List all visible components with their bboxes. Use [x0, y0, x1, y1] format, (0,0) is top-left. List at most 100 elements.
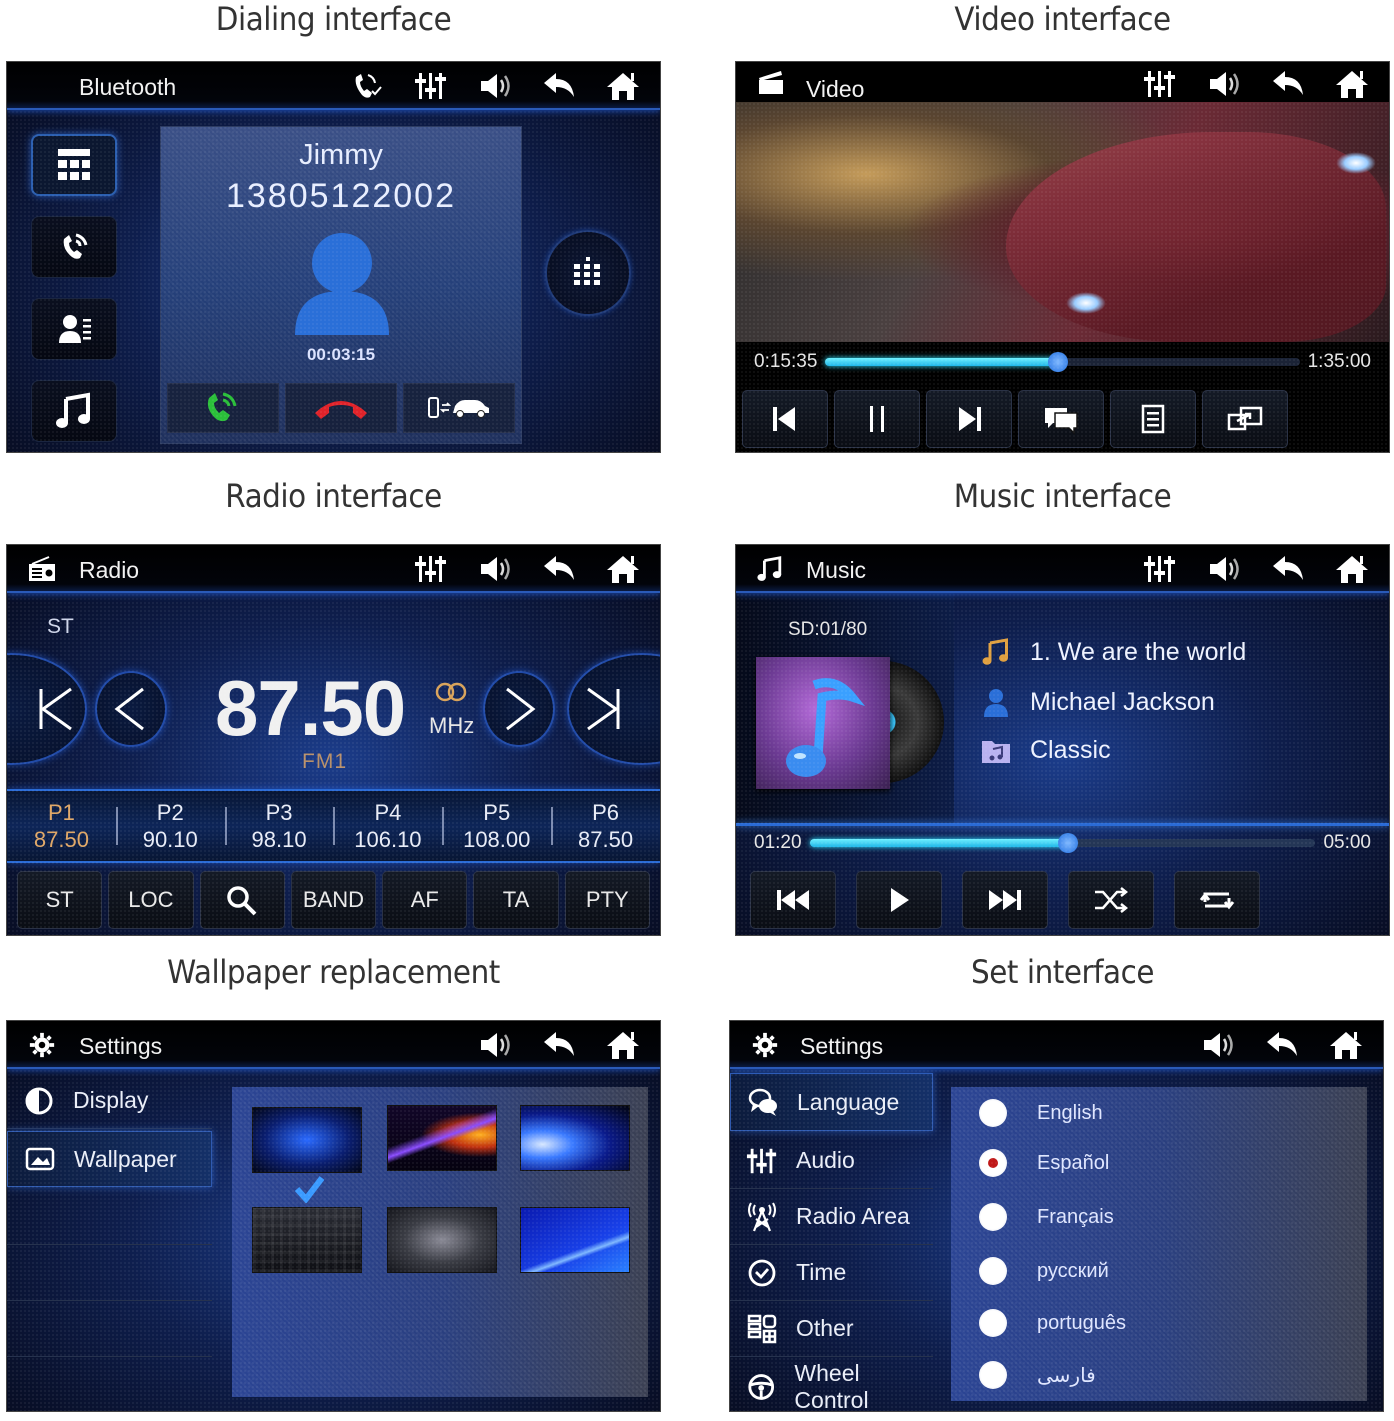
wallpaper-thumb-gray-spot[interactable]	[387, 1207, 497, 1273]
radio-button-selected[interactable]	[979, 1149, 1007, 1177]
video-seek-knob[interactable]	[1047, 352, 1068, 372]
af-button[interactable]: AF	[382, 871, 468, 929]
video-frame-car	[1006, 132, 1386, 342]
home-icon[interactable]	[1333, 67, 1371, 101]
scan-button[interactable]	[199, 871, 285, 929]
menu-label: Radio Area	[796, 1203, 910, 1229]
menu-item-radio-area[interactable]: Radio Area	[730, 1189, 933, 1245]
image-icon	[25, 1147, 55, 1171]
subtitles-button[interactable]	[1018, 390, 1104, 448]
back-icon[interactable]	[1269, 552, 1307, 586]
screen-output-button[interactable]	[1202, 390, 1288, 448]
volume-icon[interactable]	[1205, 67, 1243, 101]
phone-car-transfer-icon	[428, 397, 489, 418]
preset-frequency: 108.00	[463, 827, 531, 852]
home-icon[interactable]	[604, 552, 642, 586]
ta-button[interactable]: TA	[473, 871, 559, 929]
menu-item-audio[interactable]: Audio	[730, 1133, 933, 1189]
next-button[interactable]	[926, 390, 1012, 448]
volume-icon[interactable]	[476, 1028, 514, 1062]
radio-button[interactable]	[979, 1203, 1007, 1231]
back-icon[interactable]	[540, 1028, 578, 1062]
home-icon[interactable]	[1327, 1028, 1365, 1062]
equalizer-icon[interactable]	[412, 69, 450, 103]
wallpaper-thumb-blue-curve[interactable]	[520, 1207, 630, 1273]
menu-item-wheel-control[interactable]: Wheel Control	[730, 1359, 933, 1411]
menu-item-other[interactable]: Other	[730, 1301, 933, 1357]
pty-button[interactable]: PTY	[564, 871, 650, 929]
wallpaper-thumb-blue-glow[interactable]	[252, 1107, 362, 1173]
equalizer-icon[interactable]	[1141, 67, 1179, 101]
menu-label: Audio	[796, 1147, 855, 1173]
language-option-espanol[interactable]: Español	[979, 1149, 1109, 1177]
seek-previous-button[interactable]	[7, 653, 87, 765]
video-seek-fill	[825, 358, 1058, 366]
tune-down-button[interactable]	[95, 671, 167, 747]
equalizer-icon[interactable]	[1141, 552, 1179, 586]
radio-button[interactable]	[979, 1309, 1007, 1337]
language-option-english[interactable]: English	[979, 1099, 1103, 1127]
call-log-button[interactable]	[31, 216, 117, 278]
contacts-button[interactable]	[31, 298, 117, 360]
language-option-farsi[interactable]: فارسی	[979, 1361, 1096, 1389]
pause-button[interactable]	[834, 390, 920, 448]
music-seek-knob[interactable]	[1057, 833, 1078, 853]
st-button[interactable]: ST	[17, 871, 103, 929]
wallpaper-thumb-blue-light[interactable]	[520, 1105, 630, 1171]
equalizer-icon[interactable]	[412, 552, 450, 586]
previous-track-button[interactable]	[750, 871, 836, 929]
next-track-button[interactable]	[962, 871, 1048, 929]
playlist-button[interactable]	[1110, 390, 1196, 448]
volume-icon[interactable]	[476, 69, 514, 103]
back-icon[interactable]	[1269, 67, 1307, 101]
repeat-button[interactable]	[1174, 871, 1260, 929]
previous-button[interactable]	[742, 390, 828, 448]
volume-icon[interactable]	[476, 552, 514, 586]
preset-p6[interactable]: P6 87.50	[551, 799, 660, 853]
language-option-francais[interactable]: Français	[979, 1203, 1114, 1231]
home-icon[interactable]	[604, 1028, 642, 1062]
phone-link-icon[interactable]	[348, 69, 386, 103]
dialpad-button[interactable]	[31, 134, 117, 196]
keypad-toggle-button[interactable]	[545, 230, 631, 316]
answer-button[interactable]	[167, 383, 279, 433]
wallpaper-thumb-color-waves[interactable]	[387, 1105, 497, 1171]
video-playback-area[interactable]	[736, 102, 1389, 342]
back-icon[interactable]	[540, 552, 578, 586]
preset-p2[interactable]: P2 90.10	[115, 799, 225, 853]
volume-icon[interactable]	[1205, 552, 1243, 586]
back-icon[interactable]	[540, 69, 578, 103]
language-option-russian[interactable]: русский	[979, 1257, 1109, 1285]
radio-button[interactable]	[979, 1361, 1007, 1389]
radio-button[interactable]	[979, 1257, 1007, 1285]
menu-item-display[interactable]: Display	[7, 1073, 212, 1129]
band-button[interactable]: BAND	[290, 871, 377, 929]
play-button[interactable]	[856, 871, 942, 929]
seek-next-button[interactable]	[567, 653, 660, 765]
wallpaper-thumb-dark-grid[interactable]	[252, 1207, 362, 1273]
preset-p3[interactable]: P3 98.10	[224, 799, 334, 853]
preset-p4[interactable]: P4 106.10	[333, 799, 442, 853]
back-icon[interactable]	[1263, 1028, 1301, 1062]
language-label: English	[1037, 1101, 1103, 1124]
menu-item-wallpaper[interactable]: Wallpaper	[7, 1131, 212, 1187]
hang-up-icon	[315, 401, 367, 419]
loc-button[interactable]: LOC	[108, 871, 194, 929]
home-icon[interactable]	[604, 69, 642, 103]
tune-up-button[interactable]	[483, 671, 555, 747]
menu-item-time[interactable]: Time	[730, 1245, 933, 1301]
bt-music-button[interactable]	[31, 380, 117, 442]
home-icon[interactable]	[1333, 552, 1371, 586]
video-seek-bar[interactable]	[825, 352, 1300, 372]
language-option-portugues[interactable]: português	[979, 1309, 1126, 1337]
music-seek-bar[interactable]	[809, 833, 1316, 853]
preset-p1[interactable]: P1 87.50	[7, 799, 116, 853]
menu-item-language[interactable]: Language	[730, 1073, 933, 1131]
preset-p5[interactable]: P5 108.00	[442, 799, 551, 853]
contact-name: Jimmy	[299, 139, 383, 171]
hang-up-button[interactable]	[285, 383, 397, 433]
transfer-to-phone-button[interactable]	[403, 383, 515, 433]
radio-button[interactable]	[979, 1099, 1007, 1127]
volume-icon[interactable]	[1199, 1028, 1237, 1062]
shuffle-button[interactable]	[1068, 871, 1154, 929]
